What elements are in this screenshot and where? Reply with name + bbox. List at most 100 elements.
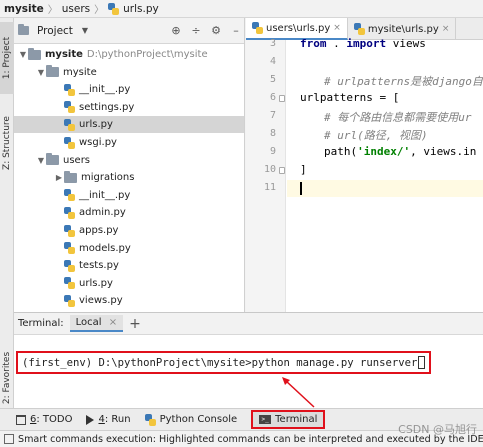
line-number: 10 <box>263 164 276 175</box>
tree-file-settings-py[interactable]: settings.py <box>14 99 244 116</box>
code-line: # 每个路由信息都需要使用ur <box>324 111 472 124</box>
python-file-icon <box>64 118 75 131</box>
python-file-icon <box>108 2 120 15</box>
tree-file-tests-py[interactable]: tests.py <box>14 257 244 274</box>
tree-item-label: settings.py <box>79 101 135 113</box>
current-line-highlight <box>287 180 483 197</box>
todo-label: 6: TODO <box>30 414 72 425</box>
code-line: ] <box>300 163 307 176</box>
tree-item-label: apps.py <box>79 225 119 236</box>
terminal-panel: Terminal: Local × + (first_env) D:\pytho… <box>14 312 483 408</box>
tree-folder-mysite[interactable]: ▼ mysite <box>14 64 244 81</box>
breadcrumb-item-file[interactable]: urls.py <box>123 3 159 15</box>
tree-file-wsgi-py[interactable]: wsgi.py <box>14 134 244 151</box>
tree-file-apps-py[interactable]: apps.py <box>14 222 244 239</box>
tree-file-views-py[interactable]: views.py <box>14 292 244 309</box>
python-console-tool-button[interactable]: Python Console <box>144 413 238 426</box>
project-panel: Project ▼ ⊕ ÷ ⚙ – ▼ mysite D:\pythonProjec… <box>14 18 245 312</box>
tree-item-label: admin.py <box>79 207 126 219</box>
tree-item-path: D:\pythonProject\mysite <box>86 49 208 60</box>
project-toolbar: Project ▼ ⊕ ÷ ⚙ – <box>14 18 244 44</box>
gear-icon[interactable]: ⚙ <box>208 24 224 37</box>
chevron-down-icon[interactable]: ▼ <box>77 26 93 35</box>
run-label: 4: Run <box>98 414 130 425</box>
chevron-right-icon[interactable]: ▶ <box>54 173 64 182</box>
tree-folder-mysite[interactable]: ▼ mysite D:\pythonProject\mysite <box>14 46 244 63</box>
folder-icon <box>28 47 41 60</box>
todo-text: : TODO <box>36 414 73 425</box>
sidebar-tab-structure[interactable]: Z: Structure <box>0 108 14 178</box>
line-number: 5 <box>269 74 276 85</box>
line-number: 6 <box>269 92 276 103</box>
python-file-icon <box>64 224 75 237</box>
terminal-tool-button[interactable]: >_ Terminal <box>251 410 326 429</box>
run-tool-button[interactable]: 4: Run <box>86 414 131 425</box>
tree-file-models-py[interactable]: models.py <box>14 240 244 257</box>
tree-file-__init__-py[interactable]: __init__.py <box>14 187 244 204</box>
tree-item-label: wsgi.py <box>79 137 117 148</box>
python-file-icon <box>64 189 75 202</box>
tree-item-label: mysite <box>63 66 97 78</box>
tree-file-urls-py[interactable]: urls.py <box>14 116 244 134</box>
sidebar-tab-project-label: 1: Project <box>2 36 13 80</box>
tree-file-admin-py[interactable]: admin.py <box>14 204 244 221</box>
project-tree: ▼ mysite D:\pythonProject\mysite ▼ mysite __i… <box>14 44 244 307</box>
chevron-down-icon[interactable]: ▼ <box>18 50 28 59</box>
code-line: from . import views <box>300 37 426 50</box>
python-console-label: Python Console <box>159 414 238 425</box>
breadcrumb-item-root[interactable]: mysite <box>4 3 44 15</box>
breadcrumb-separator: 〉 <box>94 5 105 16</box>
line-number: 9 <box>269 146 276 157</box>
line-number: 4 <box>269 56 276 67</box>
python-file-icon <box>353 23 365 35</box>
tree-item-label: tests.py <box>79 260 119 272</box>
tree-file-__init__-py[interactable]: __init__.py <box>14 81 244 98</box>
status-toggle-icon[interactable] <box>4 434 14 444</box>
code-line: path('index/', views.in <box>324 145 477 158</box>
fold-marker-icon[interactable] <box>279 167 285 174</box>
line-number: 3 <box>269 38 276 49</box>
run-text: : Run <box>104 414 131 425</box>
project-view-selector[interactable]: Project <box>37 25 73 37</box>
folder-icon <box>46 153 59 166</box>
python-file-icon <box>252 22 263 34</box>
fold-marker-icon[interactable] <box>279 95 285 102</box>
left-tool-strip: 1: Project Z: Structure 2: Favorites <box>0 18 14 408</box>
python-file-icon <box>64 294 75 307</box>
python-file-icon <box>64 101 75 114</box>
chevron-down-icon[interactable]: ▼ <box>36 156 46 165</box>
line-number: 7 <box>269 110 276 121</box>
breadcrumb: mysite 〉 users 〉 urls.py <box>0 0 483 18</box>
code-line: urlpatterns = [ <box>300 91 400 104</box>
python-file-icon <box>64 83 75 96</box>
todo-icon <box>16 414 26 425</box>
close-icon[interactable]: × <box>333 23 341 33</box>
python-file-icon <box>64 136 75 149</box>
tree-item-label: mysite <box>45 49 83 60</box>
code-line: # urlpatterns是被django自动识 <box>324 75 483 88</box>
tree-item-label: urls.py <box>79 119 113 131</box>
run-icon <box>86 414 95 425</box>
sidebar-tab-favorites[interactable]: 2: Favorites <box>0 348 14 408</box>
chevron-down-icon[interactable]: ▼ <box>36 68 46 77</box>
tree-item-label: models.py <box>79 242 131 254</box>
todo-tool-button[interactable]: 6: TODO <box>16 414 72 425</box>
sidebar-tab-project[interactable]: 1: Project <box>0 22 14 94</box>
hide-icon[interactable]: – <box>228 24 244 37</box>
terminal-icon: >_ <box>259 415 272 424</box>
locate-icon[interactable]: ⊕ <box>168 24 184 37</box>
python-file-icon <box>64 242 75 255</box>
tree-file-urls-py[interactable]: urls.py <box>14 275 244 292</box>
tree-folder-users[interactable]: ▼ users <box>14 152 244 169</box>
breadcrumb-separator: 〉 <box>47 5 58 16</box>
code-line: # url(路径, 视图) <box>324 129 428 142</box>
close-icon[interactable]: × <box>442 24 450 34</box>
collapse-all-icon[interactable]: ÷ <box>188 24 204 37</box>
python-file-icon <box>64 277 75 290</box>
python-console-icon <box>144 413 156 426</box>
line-number: 11 <box>263 182 276 193</box>
breadcrumb-item-folder[interactable]: users <box>62 3 90 15</box>
code-editor: users\urls.py × mysite\urls.py × 3 from .… <box>246 18 483 312</box>
watermark: CSDN @马旭行 <box>398 423 477 436</box>
tree-folder-migrations[interactable]: ▶ migrations <box>14 169 244 186</box>
